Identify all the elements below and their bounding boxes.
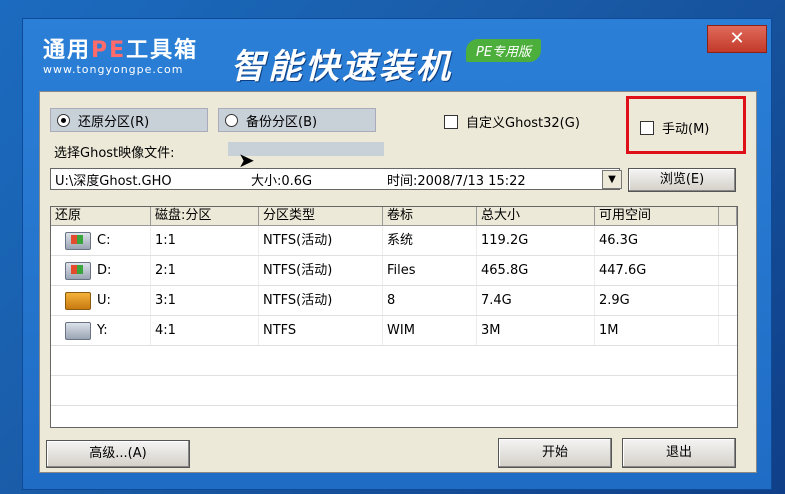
brand-url: www.tongyongpe.com	[43, 63, 184, 76]
header-spacer	[719, 207, 737, 225]
table-row[interactable]: D: 2:1 NTFS(活动) Files 465.8G 447.6G	[51, 256, 737, 286]
windows-drive-icon	[65, 231, 91, 250]
exit-button[interactable]: 退出	[622, 438, 736, 468]
disk-drive-icon	[65, 321, 91, 340]
header-free: 可用空间	[595, 207, 719, 225]
chevron-down-icon[interactable]: ▼	[602, 170, 622, 189]
total-size: 3M	[477, 316, 595, 345]
table-row	[51, 376, 737, 406]
file-path: U:\深度Ghost.GHO	[55, 173, 172, 189]
table-row[interactable]: Y: 4:1 NTFS WIM 3M 1M	[51, 316, 737, 346]
free-space: 1M	[595, 316, 719, 345]
checkbox-icon	[444, 114, 458, 129]
start-button[interactable]: 开始	[498, 438, 612, 468]
total-size: 7.4G	[477, 286, 595, 315]
file-size: 大小:0.6G	[251, 173, 313, 189]
manual-highlight-box	[626, 96, 746, 154]
disk-partition: 4:1	[151, 316, 259, 345]
brand-title-pe: PE	[91, 38, 127, 63]
partition-type: NTFS(活动)	[259, 226, 383, 255]
file-time: 时间:2008/7/13 15:22	[387, 173, 526, 189]
partition-type: NTFS(活动)	[259, 256, 383, 285]
free-space: 2.9G	[595, 286, 719, 315]
header-type: 分区类型	[259, 207, 383, 225]
restore-radio-label: 还原分区(R)	[78, 114, 150, 130]
table-row	[51, 346, 737, 376]
disk-partition: 1:1	[151, 226, 259, 255]
table-row[interactable]: C: 1:1 NTFS(活动) 系统 119.2G 46.3G	[51, 226, 737, 256]
browse-button[interactable]: 浏览(E)	[628, 168, 736, 192]
brand-title-b: 工具箱	[126, 38, 199, 63]
volume-label: WIM	[383, 316, 477, 345]
header-total: 总大小	[477, 207, 595, 225]
backup-radio-label: 备份分区(B)	[246, 114, 318, 130]
volume-label: Files	[383, 256, 477, 285]
radio-unchecked-icon	[225, 113, 238, 127]
radio-checked-icon	[57, 113, 70, 127]
drive-letter: D:	[97, 263, 112, 278]
header-disk: 磁盘:分区	[151, 207, 259, 225]
brand-title-a: 通用	[43, 38, 92, 63]
usb-drive-icon	[65, 291, 91, 310]
advanced-button[interactable]: 高级...(A)	[46, 440, 190, 468]
total-size: 119.2G	[477, 226, 595, 255]
select-image-label: 选择Ghost映像文件:	[54, 146, 175, 161]
drive-letter: Y:	[97, 323, 108, 338]
partition-type: NTFS	[259, 316, 383, 345]
free-space: 46.3G	[595, 226, 719, 255]
total-size: 465.8G	[477, 256, 595, 285]
drive-letter: U:	[97, 293, 111, 308]
custom-ghost-label: 自定义Ghost32(G)	[466, 116, 580, 131]
brand-logo: 通用PE工具箱 www.tongyongpe.com	[43, 38, 199, 77]
partition-type: NTFS(活动)	[259, 286, 383, 315]
windows-drive-icon	[65, 261, 91, 280]
partition-table[interactable]: 还原 磁盘:分区 分区类型 卷标 总大小 可用空间 C: 1:1 NTFS(活动…	[50, 206, 738, 428]
volume-label: 8	[383, 286, 477, 315]
table-row[interactable]: U: 3:1 NTFS(活动) 8 7.4G 2.9G	[51, 286, 737, 316]
main-panel: 还原分区(R) 备份分区(B) 自定义Ghost32(G) 手动(M) 选择Gh…	[39, 91, 757, 473]
header-label: 卷标	[383, 207, 477, 225]
edition-badge: PE专用版	[466, 39, 542, 62]
app-window: 通用PE工具箱 www.tongyongpe.com 智能快速装机 PE专用版 …	[22, 18, 772, 490]
drive-letter: C:	[97, 233, 111, 248]
free-space: 447.6G	[595, 256, 719, 285]
header-restore: 还原	[51, 207, 151, 225]
close-button[interactable]: ✕	[707, 25, 767, 53]
app-title: 智能快速装机	[231, 47, 453, 87]
volume-label: 系统	[383, 226, 477, 255]
restore-radio[interactable]: 还原分区(R)	[50, 108, 208, 132]
disk-partition: 2:1	[151, 256, 259, 285]
image-file-select[interactable]: U:\深度Ghost.GHO 大小:0.6G 时间:2008/7/13 15:2…	[50, 168, 620, 190]
disk-partition: 3:1	[151, 286, 259, 315]
custom-ghost-checkbox[interactable]: 自定义Ghost32(G)	[444, 112, 580, 131]
table-header: 还原 磁盘:分区 分区类型 卷标 总大小 可用空间	[51, 207, 737, 226]
backup-radio[interactable]: 备份分区(B)	[218, 108, 376, 132]
